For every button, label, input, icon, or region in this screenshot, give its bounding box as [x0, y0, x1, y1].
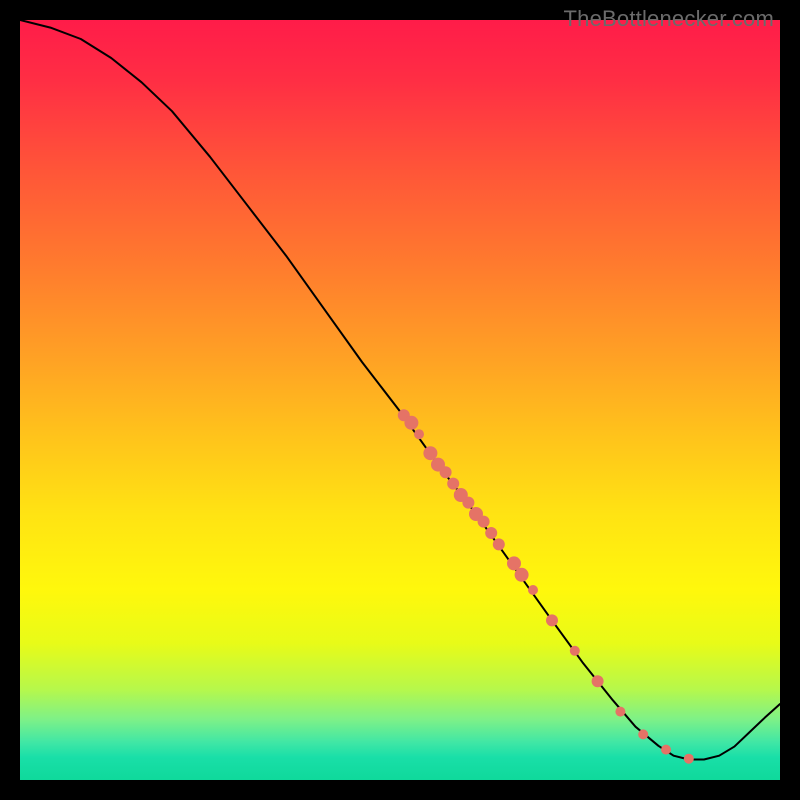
- chart-frame: TheBottlenecker.com: [0, 0, 800, 800]
- data-point: [404, 416, 418, 430]
- data-point: [485, 527, 497, 539]
- data-point: [615, 707, 625, 717]
- bottleneck-curve: [20, 20, 780, 759]
- plot-area: [20, 20, 780, 780]
- data-point: [638, 729, 648, 739]
- data-point: [592, 675, 604, 687]
- attribution-label: TheBottlenecker.com: [564, 6, 774, 32]
- data-point: [423, 446, 437, 460]
- data-point: [447, 478, 459, 490]
- data-point: [462, 497, 474, 509]
- data-point: [507, 556, 521, 570]
- data-point: [570, 646, 580, 656]
- chart-overlay: [20, 20, 780, 780]
- data-point: [414, 429, 424, 439]
- data-points-group: [398, 409, 694, 764]
- data-point: [440, 466, 452, 478]
- data-point: [478, 516, 490, 528]
- data-point: [493, 538, 505, 550]
- data-point: [528, 585, 538, 595]
- data-point: [515, 568, 529, 582]
- data-point: [661, 745, 671, 755]
- data-point: [546, 614, 558, 626]
- data-point: [684, 754, 694, 764]
